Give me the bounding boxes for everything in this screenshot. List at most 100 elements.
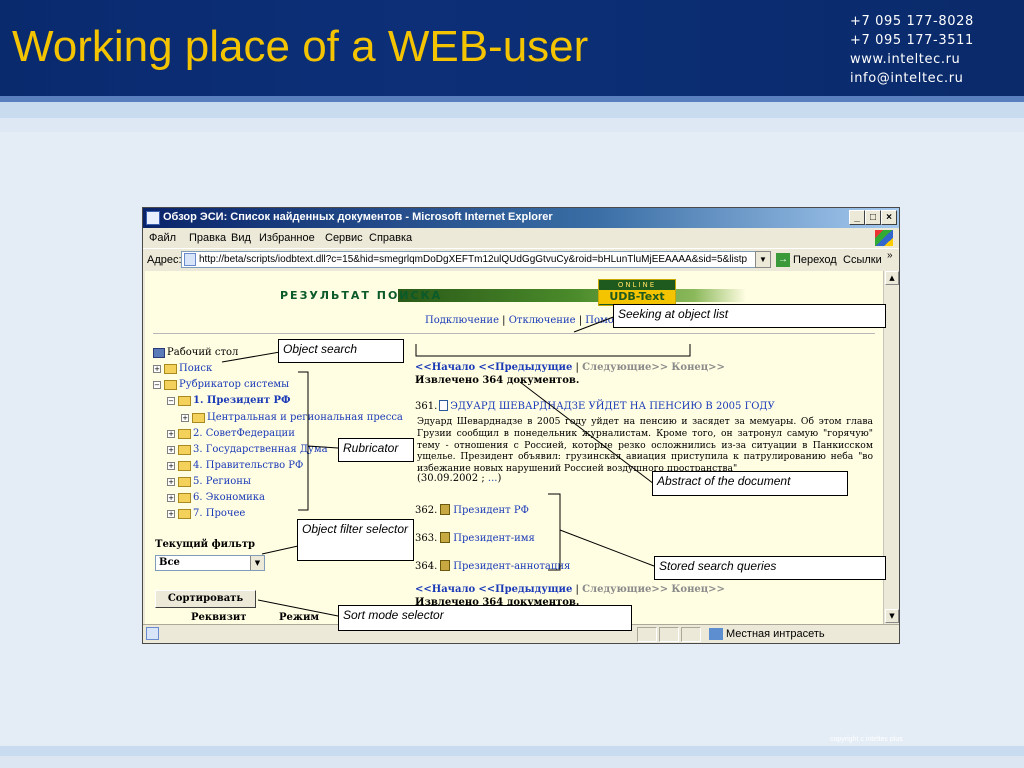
folder-icon bbox=[178, 429, 191, 439]
filter-select[interactable]: Все ▼ bbox=[155, 555, 265, 571]
slide-title: Working place of a WEB-user bbox=[12, 22, 589, 71]
intranet-zone-icon bbox=[709, 628, 723, 640]
expand-icon[interactable]: + bbox=[167, 430, 175, 438]
folder-icon bbox=[178, 509, 191, 519]
callout-seeking: Seeking at object list bbox=[613, 304, 886, 328]
document-title-link[interactable]: ЭДУАРД ШЕВАРДНАДЗЕ УЙДЕТ НА ПЕНСИЮ В 200… bbox=[450, 401, 775, 412]
callout-sort: Sort mode selector bbox=[338, 605, 632, 631]
collapse-icon[interactable]: − bbox=[167, 397, 175, 405]
query-link[interactable]: Президент-имя bbox=[453, 533, 535, 544]
pagination-nav-bottom: <<Начало <<Предыдущие | Следующие>> Коне… bbox=[415, 584, 725, 595]
expand-icon[interactable]: + bbox=[167, 446, 175, 454]
ie-status-icon bbox=[146, 627, 159, 640]
menu-edit[interactable]: Правка bbox=[189, 232, 226, 244]
window-titlebar[interactable]: Обзор ЭСИ: Список найденных документов -… bbox=[143, 208, 899, 228]
callout-abstract: Abstract of the document bbox=[652, 471, 848, 496]
address-url: http://beta/scripts/iodbtext.dll?c=15&hi… bbox=[199, 254, 748, 265]
menu-file[interactable]: Файл bbox=[149, 232, 176, 244]
folder-icon bbox=[178, 493, 191, 503]
connect-link[interactable]: Подключение bbox=[425, 315, 499, 326]
desktop-icon bbox=[153, 348, 165, 358]
document-heading: 361. ЭДУАРД ШЕВАРДНАДЗЕ УЙДЕТ НА ПЕНСИЮ В… bbox=[415, 400, 775, 412]
menu-help[interactable]: Справка bbox=[369, 232, 412, 244]
folder-open-icon bbox=[178, 396, 191, 406]
expand-icon[interactable]: + bbox=[167, 478, 175, 486]
nav-start[interactable]: <<Начало bbox=[415, 584, 475, 595]
menu-bar: Файл Правка Вид Избранное Сервис Справка bbox=[143, 228, 899, 248]
nav-separator: | bbox=[575, 584, 579, 595]
go-button[interactable]: Переход bbox=[793, 254, 837, 266]
menu-favorites[interactable]: Избранное bbox=[259, 232, 315, 244]
collapse-icon[interactable]: − bbox=[153, 381, 161, 389]
expand-icon[interactable]: + bbox=[167, 494, 175, 502]
query-link[interactable]: Президент-аннотация bbox=[453, 561, 570, 572]
folder-icon bbox=[192, 413, 205, 423]
requisite-header: Реквизит bbox=[191, 612, 247, 623]
header-stripe-light bbox=[0, 102, 1024, 118]
minimize-button[interactable]: _ bbox=[849, 210, 865, 225]
top-links: Подключение | Отключение | Помощь bbox=[425, 315, 629, 326]
email: info@inteltec.ru bbox=[850, 71, 964, 86]
tree-item-label: Центральная и региональная пресса bbox=[207, 412, 403, 423]
phone-2: +7 095 177-3511 bbox=[850, 33, 974, 48]
scroll-up-icon[interactable]: ▲ bbox=[885, 271, 899, 285]
document-date: (30.09.2002 ; ...) bbox=[417, 473, 501, 484]
document-abstract: Эдуард Шеварднадзе в 2005 году уйдет на … bbox=[417, 416, 873, 475]
query-number: 363. bbox=[415, 533, 438, 544]
scroll-down-icon[interactable]: ▼ bbox=[885, 609, 899, 623]
folder-icon bbox=[178, 477, 191, 487]
phone-1: +7 095 177-8028 bbox=[850, 14, 974, 29]
window-title: Обзор ЭСИ: Список найденных документов -… bbox=[163, 211, 553, 223]
maximize-button[interactable]: □ bbox=[865, 210, 881, 225]
callout-rubricator: Rubricator bbox=[338, 438, 414, 462]
tree-item-label: Рубрикатор системы bbox=[179, 379, 290, 390]
nav-prev[interactable]: <<Предыдущие bbox=[478, 584, 572, 595]
stored-query[interactable]: 364. Президент-аннотация bbox=[415, 560, 570, 572]
callout-stored: Stored search queries bbox=[654, 556, 886, 580]
nav-start[interactable]: <<Начало bbox=[415, 362, 475, 373]
tree-item-label: 6. Экономика bbox=[193, 492, 265, 503]
date-close: ) bbox=[497, 473, 502, 484]
tree-item-label: 7. Прочее bbox=[193, 508, 246, 519]
nav-next: Следующие>> bbox=[582, 584, 669, 595]
address-bar: Адрес: http://beta/scripts/iodbtext.dll?… bbox=[143, 248, 899, 270]
close-button[interactable]: × bbox=[881, 210, 897, 225]
status-zone: Местная интрасеть bbox=[726, 628, 825, 640]
tree-item-label: 1. Президент РФ bbox=[193, 395, 291, 406]
nav-end: Конец>> bbox=[671, 362, 725, 373]
go-arrow-icon[interactable]: → bbox=[776, 253, 790, 267]
expand-icon[interactable]: + bbox=[181, 414, 189, 422]
callout-filter: Object filter selector bbox=[297, 519, 414, 561]
disconnect-link[interactable]: Отключение bbox=[509, 315, 576, 326]
links-button[interactable]: Ссылки bbox=[843, 254, 882, 266]
address-dropdown-icon[interactable]: ▼ bbox=[755, 251, 771, 268]
stored-query[interactable]: 362. Президент РФ bbox=[415, 504, 529, 516]
document-icon[interactable] bbox=[439, 400, 449, 411]
windows-logo-icon bbox=[875, 230, 893, 246]
divider bbox=[153, 333, 875, 334]
nav-end: Конец>> bbox=[671, 584, 725, 595]
filter-label: Текущий фильтр bbox=[155, 539, 256, 550]
udb-text-logo: ONLINE UDB-Text bbox=[598, 279, 676, 306]
nav-next: Следующие>> bbox=[582, 362, 669, 373]
sort-button[interactable]: Сортировать bbox=[155, 590, 256, 608]
status-pane bbox=[659, 627, 679, 642]
chevron-down-icon[interactable]: ▼ bbox=[250, 556, 264, 570]
menu-view[interactable]: Вид bbox=[231, 232, 251, 244]
nav-separator: | bbox=[575, 362, 579, 373]
nav-prev[interactable]: <<Предыдущие bbox=[478, 362, 572, 373]
expand-icon[interactable]: + bbox=[153, 365, 161, 373]
footer-stripe-pale bbox=[0, 756, 1024, 768]
document-number: 361. bbox=[415, 401, 438, 412]
expand-icon[interactable]: + bbox=[167, 510, 175, 518]
date-text: (30.09.2002 ; bbox=[417, 473, 485, 484]
stored-query[interactable]: 363. Президент-имя bbox=[415, 532, 535, 544]
address-input[interactable]: http://beta/scripts/iodbtext.dll?c=15&hi… bbox=[181, 251, 771, 268]
menu-tools[interactable]: Сервис bbox=[325, 232, 363, 244]
query-icon bbox=[440, 532, 451, 543]
links-more-icon[interactable]: » bbox=[887, 250, 893, 261]
query-link[interactable]: Президент РФ bbox=[453, 505, 529, 516]
expand-icon[interactable]: + bbox=[167, 462, 175, 470]
status-pane bbox=[637, 627, 657, 642]
footer-stripe bbox=[0, 746, 1024, 756]
